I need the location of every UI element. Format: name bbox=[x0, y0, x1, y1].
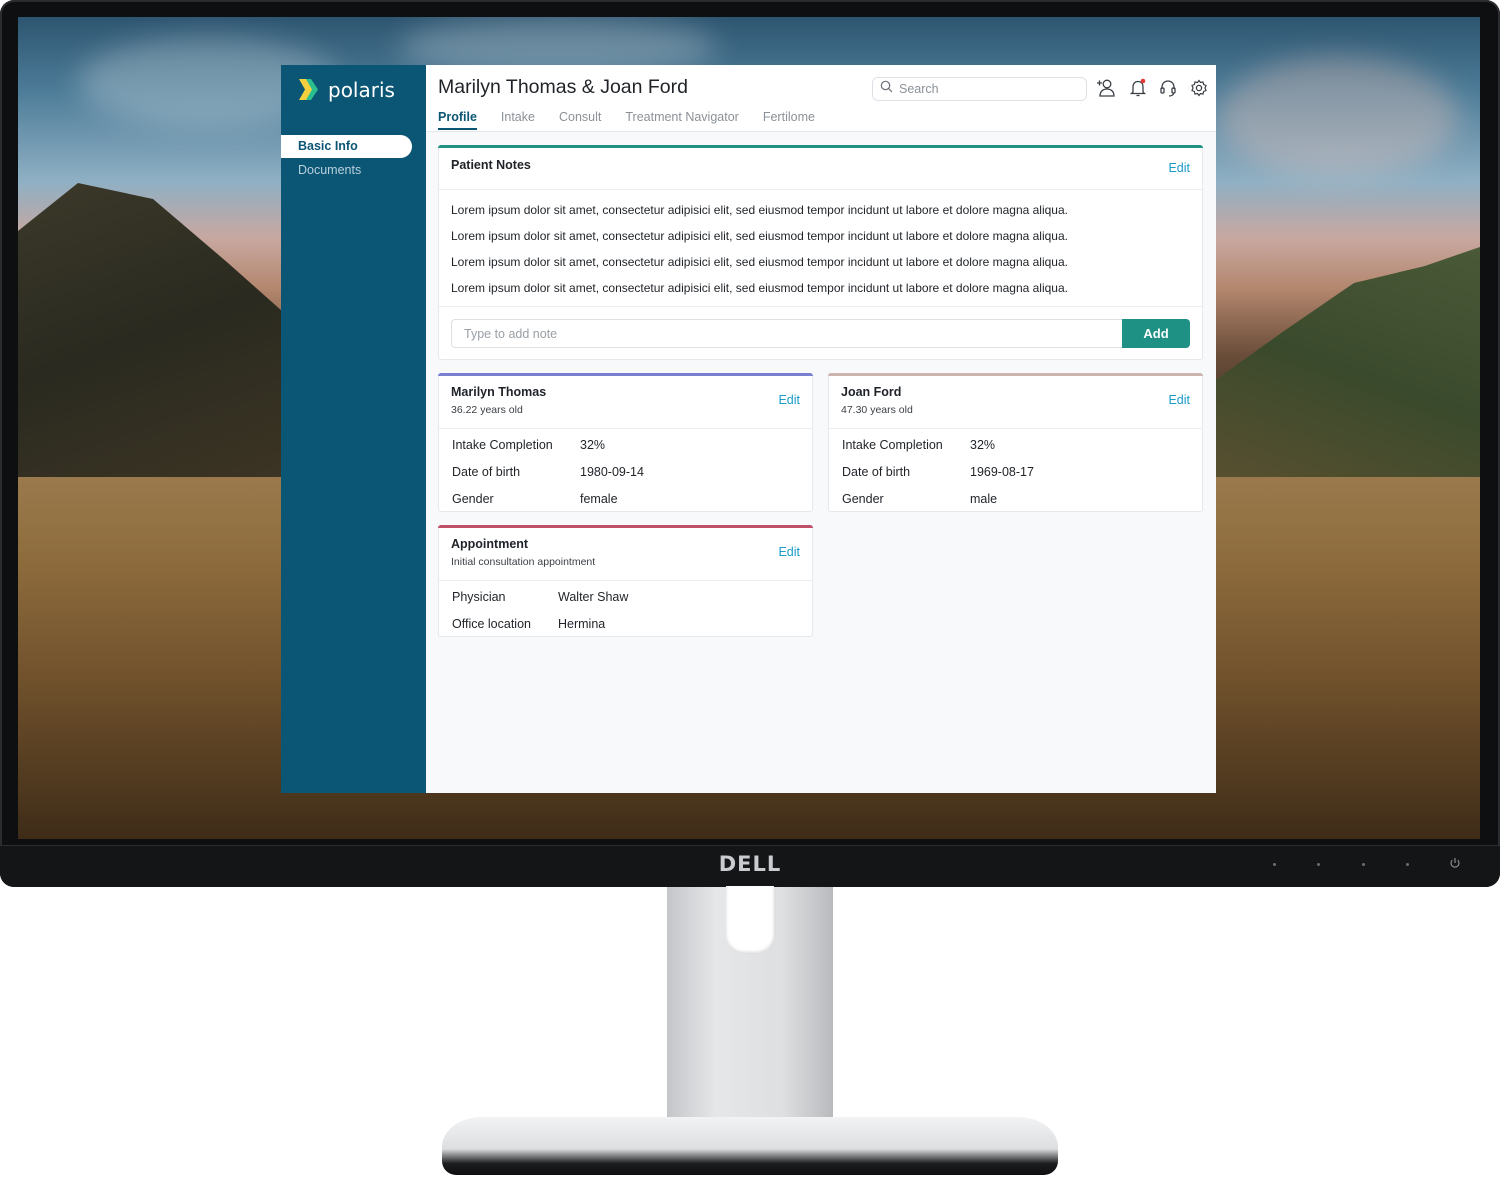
field-value: female bbox=[580, 492, 618, 506]
field-label: Physician bbox=[452, 590, 506, 604]
patient-name: Joan Ford bbox=[841, 385, 902, 399]
add-note-button[interactable]: Add bbox=[1122, 319, 1190, 348]
field-value: 1969-08-17 bbox=[970, 465, 1034, 479]
edit-patient-link[interactable]: Edit bbox=[778, 393, 800, 407]
appointment-subtitle: Initial consultation appointment bbox=[451, 556, 596, 568]
power-icon[interactable] bbox=[1449, 857, 1463, 871]
monitor-button[interactable] bbox=[1362, 863, 1365, 866]
search-box[interactable] bbox=[872, 77, 1087, 101]
sidebar-nav: Basic Info Documents bbox=[281, 135, 412, 183]
field-label: Intake Completion bbox=[452, 438, 553, 452]
headset-icon[interactable] bbox=[1158, 78, 1178, 98]
tab-consult[interactable]: Consult bbox=[559, 110, 601, 130]
monitor-button[interactable] bbox=[1317, 863, 1320, 866]
gear-icon[interactable] bbox=[1189, 78, 1209, 98]
monitor-brand-logo: DELL bbox=[718, 852, 782, 876]
field-value: 1980-09-14 bbox=[580, 465, 644, 479]
monitor-stand-base bbox=[442, 1117, 1058, 1175]
field-label: Date of birth bbox=[452, 465, 521, 479]
patient-card-marilyn: Marilyn Thomas 36.22 years old Edit Inta… bbox=[438, 373, 813, 512]
field-label: Gender bbox=[842, 492, 884, 506]
page-title: Marilyn Thomas & Joan Ford bbox=[438, 76, 688, 98]
field-value: male bbox=[970, 492, 998, 506]
notes-list: Lorem ipsum dolor sit amet, consectetur … bbox=[439, 190, 1202, 301]
card-header: Marilyn Thomas 36.22 years old Edit bbox=[439, 374, 812, 429]
stand-cable-hole bbox=[726, 886, 774, 954]
polaris-logo-icon bbox=[297, 77, 321, 102]
app-window: polaris Basic Info Documents Marilyn Tho… bbox=[281, 65, 1216, 793]
patient-name: Marilyn Thomas bbox=[451, 385, 547, 399]
card-header: Patient Notes Edit bbox=[439, 146, 1202, 190]
sidebar-item-documents[interactable]: Documents bbox=[281, 159, 412, 182]
note-item: Lorem ipsum dolor sit amet, consectetur … bbox=[451, 255, 1068, 269]
edit-notes-link[interactable]: Edit bbox=[1168, 161, 1190, 175]
tab-intake[interactable]: Intake bbox=[501, 110, 535, 130]
monitor-button[interactable] bbox=[1406, 863, 1409, 866]
sidebar: polaris Basic Info Documents bbox=[281, 65, 426, 793]
card-header: Appointment Initial consultation appoint… bbox=[439, 526, 812, 581]
logo-text: polaris bbox=[328, 77, 395, 102]
patient-age: 36.22 years old bbox=[451, 404, 523, 416]
bell-icon[interactable] bbox=[1128, 78, 1148, 98]
patient-card-joan: Joan Ford 47.30 years old Edit Intake Co… bbox=[828, 373, 1203, 512]
field-value: Hermina bbox=[558, 617, 606, 631]
patient-age: 47.30 years old bbox=[841, 404, 913, 416]
field-label: Office location bbox=[452, 617, 531, 631]
field-label: Intake Completion bbox=[842, 438, 943, 452]
field-value: 32% bbox=[580, 438, 606, 452]
sidebar-item-basic-info[interactable]: Basic Info bbox=[281, 135, 412, 158]
add-note-bar: Add bbox=[439, 306, 1202, 360]
field-label: Date of birth bbox=[842, 465, 911, 479]
tab-fertilome[interactable]: Fertilome bbox=[763, 110, 815, 130]
appointment-card: Appointment Initial consultation appoint… bbox=[438, 525, 813, 637]
search-input[interactable] bbox=[899, 82, 1069, 96]
tab-treatment-navigator[interactable]: Treatment Navigator bbox=[625, 110, 738, 130]
tab-bar: Profile Intake Consult Treatment Navigat… bbox=[438, 110, 815, 130]
field-label: Gender bbox=[452, 492, 494, 506]
page-header: Marilyn Thomas & Joan Ford Profile Intak… bbox=[426, 65, 1216, 132]
tab-profile[interactable]: Profile bbox=[438, 110, 477, 130]
app-logo[interactable]: polaris bbox=[297, 77, 395, 102]
main-panel: Marilyn Thomas & Joan Ford Profile Intak… bbox=[426, 65, 1216, 793]
add-user-icon[interactable] bbox=[1095, 78, 1115, 98]
patient-notes-card: Patient Notes Edit Lorem ipsum dolor sit… bbox=[438, 145, 1203, 360]
note-item: Lorem ipsum dolor sit amet, consectetur … bbox=[451, 203, 1068, 217]
edit-patient-link[interactable]: Edit bbox=[1168, 393, 1190, 407]
note-item: Lorem ipsum dolor sit amet, consectetur … bbox=[451, 281, 1068, 295]
appointment-title: Appointment bbox=[451, 537, 529, 551]
card-header: Joan Ford 47.30 years old Edit bbox=[829, 374, 1202, 429]
monitor-button[interactable] bbox=[1273, 863, 1276, 866]
add-note-input[interactable] bbox=[451, 319, 1123, 348]
search-icon bbox=[880, 80, 893, 98]
edit-appointment-link[interactable]: Edit bbox=[778, 545, 800, 559]
field-value: Walter Shaw bbox=[558, 590, 629, 604]
field-value: 32% bbox=[970, 438, 996, 452]
card-title: Patient Notes bbox=[451, 158, 531, 172]
note-item: Lorem ipsum dolor sit amet, consectetur … bbox=[451, 229, 1068, 243]
